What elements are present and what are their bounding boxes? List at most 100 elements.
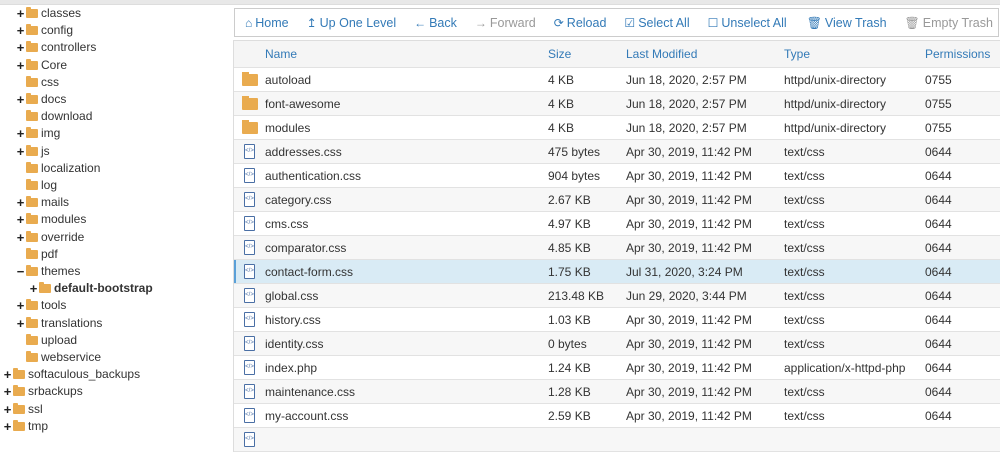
tree-item[interactable]: + default-bootstrap — [29, 280, 153, 297]
expand-toggle-icon[interactable]: + — [16, 194, 25, 211]
column-name[interactable]: Name — [265, 47, 548, 61]
tree-item-label: ssl — [28, 401, 43, 416]
view-trash-button[interactable]: 🗑 View Trash — [807, 16, 887, 30]
tree-item[interactable]: download — [16, 108, 92, 125]
tree-item[interactable]: − themes — [16, 263, 81, 280]
file-type: text/css — [784, 192, 825, 207]
tree-item[interactable]: webservice — [16, 349, 101, 366]
empty-trash-button[interactable]: 🗑 Empty Trash — [905, 16, 993, 30]
file-size: 475 bytes — [548, 144, 601, 159]
code-file-icon: </> — [244, 144, 255, 159]
expand-toggle-icon[interactable]: + — [16, 5, 25, 22]
table-row[interactable]: </> maintenance.css 1.28 KB Apr 30, 2019, 1… — [234, 380, 1000, 404]
table-row[interactable]: </> my-account.css 2.59 KB Apr 30, 2019, 11… — [234, 404, 1000, 428]
file-size: 4 KB — [548, 96, 575, 111]
folder-icon — [26, 299, 38, 311]
file-name: contact-form.css — [265, 264, 354, 279]
tree-item[interactable]: + override — [16, 229, 85, 246]
tree-item[interactable]: css — [16, 74, 59, 91]
folder-icon — [26, 144, 38, 156]
expand-toggle-icon[interactable]: + — [16, 22, 25, 39]
table-row[interactable]: </> index.php 1.24 KB Apr 30, 2019, 11:42 P… — [234, 356, 1000, 380]
table-row[interactable]: font-awesome 4 KB Jun 18, 2020, 2:57 PM htt… — [234, 92, 1000, 116]
folder-icon — [26, 127, 38, 139]
tree-item[interactable]: localization — [16, 160, 100, 177]
expand-toggle-icon[interactable]: + — [16, 211, 25, 228]
file-size: 4.85 KB — [548, 240, 591, 255]
file-size: 213.48 KB — [548, 288, 605, 303]
tree-item[interactable]: + softaculous_backups — [3, 366, 140, 383]
file-modified: Apr 30, 2019, 11:42 PM — [626, 168, 752, 183]
table-row[interactable]: autoload 4 KB Jun 18, 2020, 2:57 PM httpd/u… — [234, 68, 1000, 92]
unselect-all-button[interactable]: ☐ Unselect All — [708, 16, 787, 30]
file-name: category.css — [265, 192, 332, 207]
expand-toggle-icon[interactable]: + — [16, 297, 25, 314]
table-row[interactable]: </> category.css 2.67 KB Apr 30, 2019, 11:4… — [234, 188, 1000, 212]
expand-toggle-icon[interactable]: + — [16, 315, 25, 332]
table-row[interactable]: </> comparator.css 4.85 KB Apr 30, 2019, 11… — [234, 236, 1000, 260]
tree-item[interactable]: pdf — [16, 246, 58, 263]
file-type: text/css — [784, 216, 825, 231]
table-row[interactable]: </> contact-form.css 1.75 KB Jul 31, 2020, … — [234, 260, 1000, 284]
tree-item[interactable]: + docs — [16, 91, 67, 108]
tree-item-label: upload — [41, 332, 78, 347]
expand-toggle-icon[interactable]: + — [16, 125, 25, 142]
column-size[interactable]: Size — [548, 47, 626, 61]
tree-item[interactable]: + controllers — [16, 39, 97, 56]
file-name: font-awesome — [265, 96, 341, 111]
file-permissions: 0644 — [925, 192, 952, 207]
tree-item[interactable]: log — [16, 177, 57, 194]
expand-toggle-icon[interactable]: + — [3, 383, 12, 400]
tree-item-label: themes — [41, 264, 81, 278]
tree-item[interactable]: + config — [16, 22, 73, 39]
expand-toggle-icon[interactable]: + — [16, 57, 25, 74]
tree-item[interactable]: + classes — [16, 5, 81, 22]
expand-toggle-icon[interactable]: + — [3, 418, 12, 435]
up-one-level-button[interactable]: ↥ Up One Level — [307, 16, 397, 30]
table-row[interactable]: </> — [234, 428, 1000, 452]
table-row[interactable]: </> identity.css 0 bytes Apr 30, 2019, 11:4… — [234, 332, 1000, 356]
expand-toggle-icon[interactable]: + — [16, 229, 25, 246]
forward-button[interactable]: → Forward — [475, 16, 536, 30]
file-type: httpd/unix-directory — [784, 120, 887, 135]
home-button[interactable]: ⌂ Home — [245, 16, 289, 30]
expand-toggle-icon[interactable]: + — [16, 39, 25, 56]
tree-item[interactable]: + ssl — [3, 401, 43, 418]
tree-item[interactable]: upload — [16, 332, 77, 349]
file-type: text/css — [784, 144, 825, 159]
table-row[interactable]: </> addresses.css 475 bytes Apr 30, 2019, 1… — [234, 140, 1000, 164]
expand-toggle-icon[interactable]: + — [3, 401, 12, 418]
tree-item-label: config — [41, 23, 74, 38]
tree-item[interactable]: + tmp — [3, 418, 48, 435]
tree-item[interactable]: + srbackups — [3, 383, 83, 400]
column-type[interactable]: Type — [784, 47, 925, 61]
table-row[interactable]: </> cms.css 4.97 KB Apr 30, 2019, 11:42 PM t… — [234, 212, 1000, 236]
tree-item[interactable]: + js — [16, 143, 50, 160]
table-row[interactable]: </> authentication.css 904 bytes Apr 30, 20… — [234, 164, 1000, 188]
tree-item[interactable]: + modules — [16, 211, 87, 228]
tree-item[interactable]: + translations — [16, 315, 103, 332]
file-modified: Apr 30, 2019, 11:42 PM — [626, 360, 752, 375]
tree-item[interactable]: + Core — [16, 57, 67, 74]
reload-button[interactable]: ⟳ Reload — [554, 16, 607, 30]
column-last-modified[interactable]: Last Modified — [626, 47, 784, 61]
select-all-button[interactable]: ☑ Select All — [624, 16, 689, 30]
expand-toggle-icon[interactable]: + — [16, 143, 25, 160]
tree-item[interactable]: + tools — [16, 297, 67, 314]
table-row[interactable]: modules 4 KB Jun 18, 2020, 2:57 PM httpd/un… — [234, 116, 1000, 140]
tree-item[interactable]: + mails — [16, 194, 69, 211]
folder-icon — [26, 161, 38, 173]
tree-item-label: docs — [41, 92, 67, 106]
back-button[interactable]: ← Back — [414, 16, 457, 30]
file-modified: Jun 29, 2020, 3:44 PM — [626, 288, 747, 303]
expand-toggle-icon[interactable]: − — [16, 263, 25, 280]
table-row[interactable]: </> global.css 213.48 KB Jun 29, 2020, 3:44… — [234, 284, 1000, 308]
tree-item[interactable]: + img — [16, 125, 61, 142]
file-permissions: 0644 — [925, 312, 952, 327]
expand-toggle-icon[interactable]: + — [3, 366, 12, 383]
column-permissions[interactable]: Permissions — [925, 47, 995, 61]
expand-toggle-icon[interactable]: + — [29, 280, 38, 297]
expand-toggle-icon[interactable]: + — [16, 91, 25, 108]
table-row[interactable]: </> history.css 1.03 KB Apr 30, 2019, 11:42… — [234, 308, 1000, 332]
reload-icon: ⟳ — [553, 15, 564, 30]
